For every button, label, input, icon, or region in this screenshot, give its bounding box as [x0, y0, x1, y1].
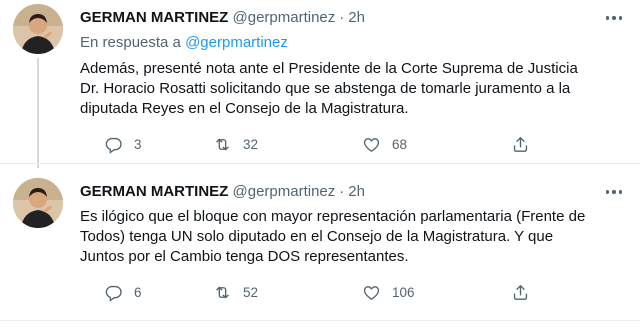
- share-button[interactable]: [511, 280, 541, 304]
- tweet-actions: 6 52 106: [80, 280, 600, 304]
- retweet-icon: [216, 138, 229, 150]
- author-handle[interactable]: @gerpmartinez: [233, 9, 336, 26]
- more-options-icon[interactable]: [602, 182, 626, 202]
- share-icon: [513, 136, 528, 152]
- like-button[interactable]: 68: [362, 132, 407, 156]
- retweet-count: 32: [243, 136, 259, 152]
- tweet-text-line: Dr. Horacio Rosatti solicitando que se a…: [80, 80, 571, 97]
- more-options-icon[interactable]: [602, 8, 626, 28]
- tweet[interactable]: GERMAN MARTINEZ @gerpmartinez · 2h Es ilóg…: [0, 163, 640, 327]
- like-button[interactable]: 106: [362, 280, 415, 304]
- retweet-button[interactable]: 52: [213, 280, 258, 304]
- thread-connector-line: [37, 58, 39, 168]
- like-count: 106: [392, 284, 415, 300]
- tweet-actions: 3 32 68: [80, 132, 600, 156]
- heart-icon: [363, 285, 380, 300]
- share-button[interactable]: [511, 132, 541, 156]
- tweet-text-line: Es ilógico que el bloque con mayor repre…: [80, 208, 586, 225]
- tweet-timestamp[interactable]: 2h: [348, 183, 365, 200]
- tweet-text-line: Juntos por el Cambio tenga DOS represent…: [80, 248, 409, 265]
- reply-count: 3: [134, 136, 142, 152]
- tweet-text-line: Además, presenté nota ante el Presidente…: [80, 60, 578, 77]
- author-handle[interactable]: @gerpmartinez: [233, 183, 336, 200]
- author-name[interactable]: GERMAN MARTINEZ: [80, 9, 228, 26]
- reply-count: 6: [134, 284, 142, 300]
- share-icon: [513, 284, 528, 300]
- heart-icon: [363, 137, 380, 152]
- like-count: 68: [392, 136, 408, 152]
- retweet-icon: [216, 286, 229, 298]
- author-name[interactable]: GERMAN MARTINEZ: [80, 183, 228, 200]
- reply-icon: [105, 137, 122, 154]
- tweet-text: Es ilógico que el bloque con mayor repre…: [80, 207, 625, 267]
- separator-dot: ·: [339, 183, 345, 200]
- tweet-header: GERMAN MARTINEZ @gerpmartinez · 2h: [80, 8, 365, 28]
- tweet-text: Además, presenté nota ante el Presidente…: [80, 59, 625, 119]
- tweet-timestamp[interactable]: 2h: [348, 9, 365, 26]
- reply-prefix: En respuesta a: [80, 34, 181, 51]
- reply-to-handle-link[interactable]: @gerpmartinez: [185, 34, 288, 51]
- retweet-button[interactable]: 32: [213, 132, 258, 156]
- tweet-text-line: diputada Reyes en el Consejo de la Magis…: [80, 100, 409, 117]
- retweet-count: 52: [243, 284, 259, 300]
- reply-button[interactable]: 3: [104, 132, 142, 156]
- avatar[interactable]: [13, 4, 63, 54]
- avatar[interactable]: [13, 178, 63, 228]
- reply-context: En respuesta a @gerpmartinez: [80, 33, 288, 53]
- tweet[interactable]: GERMAN MARTINEZ @gerpmartinez · 2h En resp…: [0, 0, 640, 168]
- reply-icon: [105, 285, 122, 302]
- separator-dot: ·: [339, 9, 345, 26]
- tweet-header: GERMAN MARTINEZ @gerpmartinez · 2h: [80, 182, 365, 202]
- reply-button[interactable]: 6: [104, 280, 142, 304]
- tweet-text-line: Todos) tenga UN solo diputado en el Cons…: [80, 228, 554, 245]
